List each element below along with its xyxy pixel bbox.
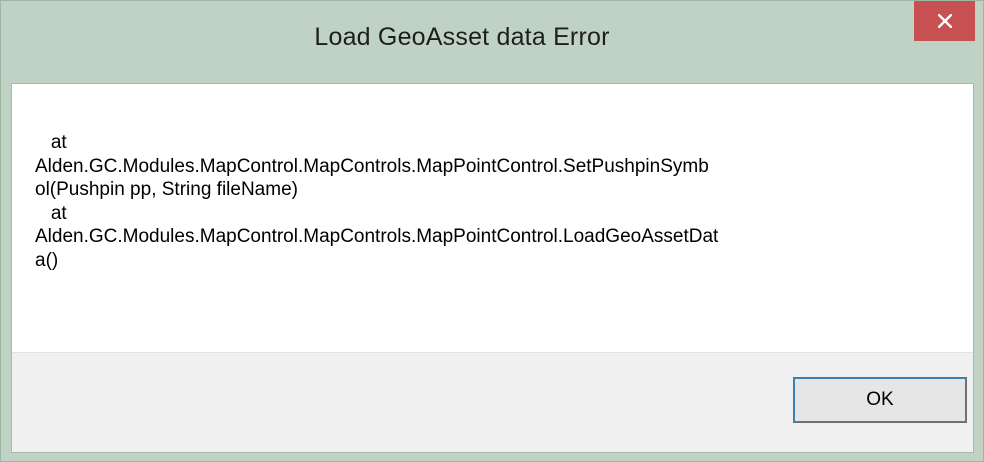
dialog-content: at Alden.GC.Modules.MapControl.MapControl… <box>11 83 974 453</box>
button-bar: OK <box>12 352 973 452</box>
message-line: Alden.GC.Modules.MapControl.MapControls.… <box>35 226 719 247</box>
message-line: at <box>35 132 67 153</box>
error-message: at Alden.GC.Modules.MapControl.MapControl… <box>35 131 935 272</box>
message-line: a() <box>35 249 59 271</box>
close-button[interactable] <box>914 1 975 41</box>
ok-button[interactable]: OK <box>793 377 967 423</box>
close-icon <box>937 14 952 28</box>
message-line: ol(Pushpin pp, String fileName) <box>35 179 298 200</box>
dialog-title: Load GeoAsset data Error <box>314 23 610 51</box>
error-dialog: Load GeoAsset data Error at Alden.GC.Modu… <box>0 0 984 462</box>
message-line: Alden.GC.Modules.MapControl.MapControls.… <box>35 155 709 177</box>
title-bar[interactable]: Load GeoAsset data Error <box>1 1 983 83</box>
message-line: at <box>35 202 67 224</box>
